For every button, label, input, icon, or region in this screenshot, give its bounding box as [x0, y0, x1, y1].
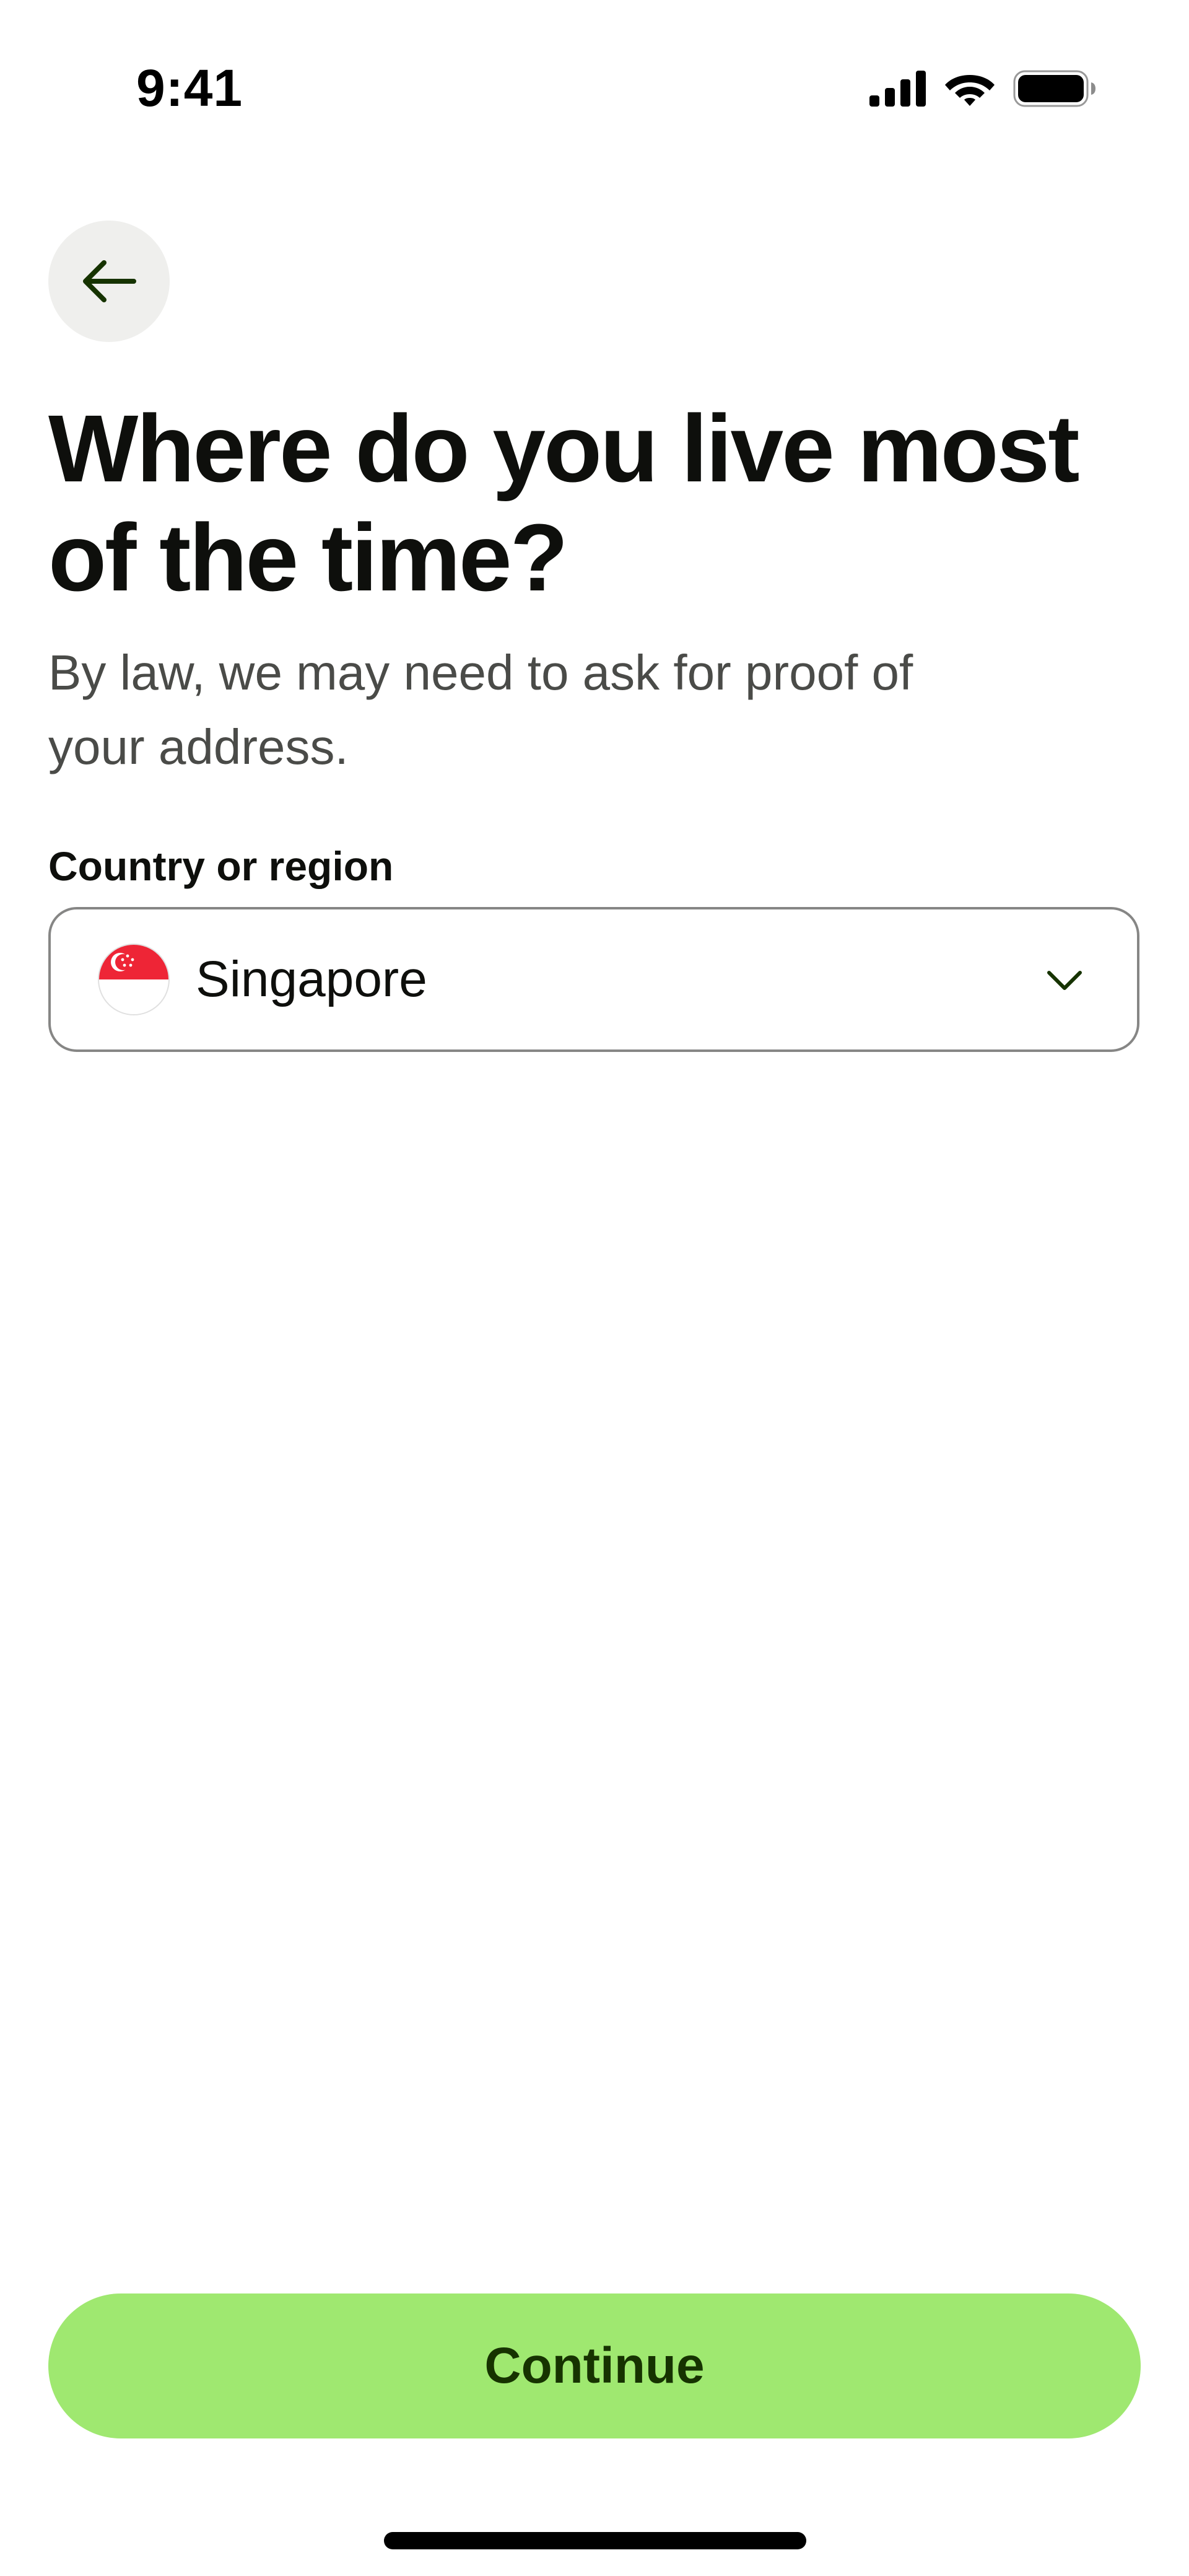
cellular-signal-icon [869, 71, 926, 107]
status-bar: 9:41 [0, 0, 1189, 173]
arrow-left-icon [83, 260, 136, 302]
back-button[interactable] [48, 221, 170, 342]
country-select[interactable]: Singapore [48, 907, 1139, 1052]
page-title: Where do you live most of the time? [48, 395, 1080, 611]
battery-icon [1013, 70, 1095, 107]
wifi-icon [945, 75, 995, 106]
page-subtitle: By law, we may need to ask for proof of … [48, 645, 913, 774]
continue-button[interactable]: Continue [48, 2293, 1141, 2438]
home-indicator [384, 2532, 806, 2549]
chevron-down-icon [1047, 971, 1082, 990]
singapore-flag-icon [98, 944, 170, 1015]
status-time: 9:41 [136, 59, 243, 117]
country-field-label: Country or region [48, 843, 394, 889]
country-select-value: Singapore [196, 951, 427, 1007]
status-icons [869, 67, 1096, 110]
